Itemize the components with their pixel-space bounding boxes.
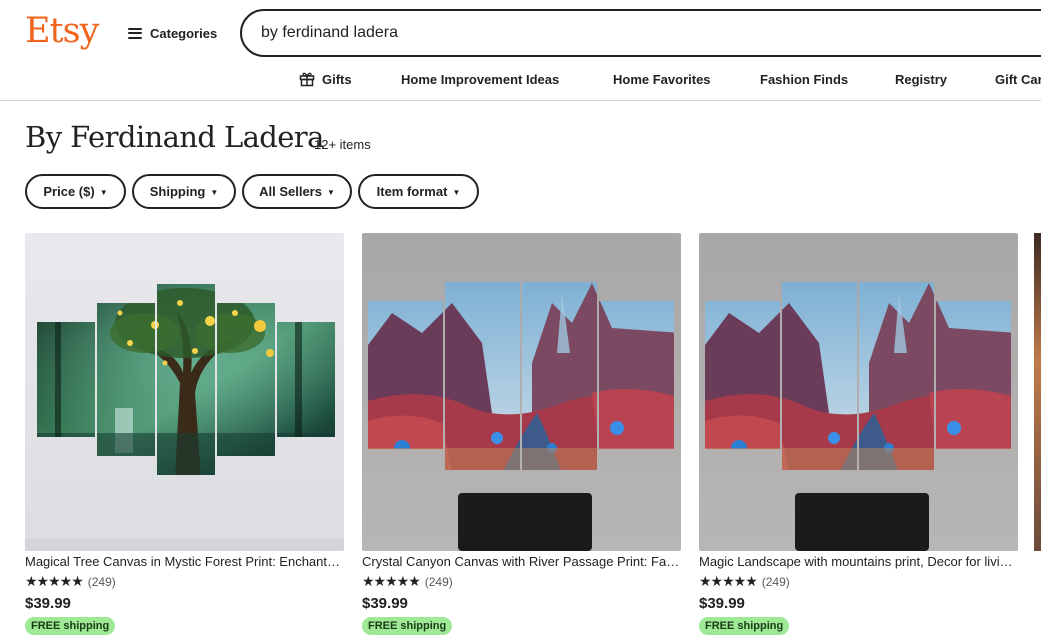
product-image-landscape[interactable] — [699, 233, 1018, 551]
product-card[interactable]: Crystal Canyon Canvas with River Passage… — [362, 233, 681, 643]
filter-label: Shipping — [149, 184, 206, 199]
filter-label: Item format — [376, 184, 448, 199]
caret-down-icon: ▼ — [210, 187, 219, 197]
product-title[interactable]: Crystal Canyon Canvas with River Passage… — [362, 554, 681, 569]
product-rating: ★★★★★ (249) — [362, 573, 453, 590]
review-count: (249) — [761, 574, 790, 589]
product-title[interactable]: Magic Landscape with mountains print, De… — [699, 554, 1018, 569]
filter-label: All Sellers — [259, 184, 322, 199]
product-rating: ★★★★★ (249) — [699, 573, 790, 590]
nav-item-home-improvement[interactable]: Home Improvement Ideas — [401, 70, 559, 88]
nav-item-gifts[interactable]: Gifts — [299, 70, 352, 88]
nav-item-gift-cards[interactable]: Gift Cards — [995, 70, 1041, 88]
caret-down-icon: ▼ — [326, 187, 335, 197]
star-rating-icon: ★★★★★ — [25, 573, 84, 589]
page-title: By Ferdinand Ladera — [25, 120, 324, 154]
filter-shipping[interactable]: Shipping ▼ — [132, 174, 236, 209]
search-query-text: by ferdinand ladera — [261, 24, 398, 41]
nav-item-label: Home Improvement Ideas — [401, 71, 560, 87]
product-price: $39.99 — [25, 595, 71, 612]
categories-label: Categories — [150, 25, 218, 41]
gift-icon — [299, 72, 315, 87]
product-card-partial[interactable] — [1034, 233, 1041, 643]
menu-icon — [128, 27, 142, 39]
product-image-forest[interactable] — [25, 233, 344, 551]
filter-sellers[interactable]: All Sellers ▼ — [242, 174, 352, 209]
product-image-canyon[interactable] — [362, 233, 681, 551]
search-input[interactable]: by ferdinand ladera — [240, 9, 1041, 57]
category-nav: Gifts Home Improvement Ideas Home Favori… — [0, 70, 1041, 88]
free-shipping-badge: FREE shipping — [699, 617, 790, 635]
nav-item-label: Registry — [895, 71, 948, 87]
categories-button[interactable]: Categories — [128, 23, 217, 43]
etsy-logo[interactable]: Etsy — [25, 11, 99, 51]
item-count: 12+ items — [314, 137, 371, 152]
review-count: (249) — [424, 574, 453, 589]
product-price: $39.99 — [362, 595, 408, 612]
nav-item-label: Home Favorites — [613, 71, 711, 87]
caret-down-icon: ▼ — [452, 187, 461, 197]
product-title[interactable]: Magical Tree Canvas in Mystic Forest Pri… — [25, 554, 344, 569]
star-rating-icon: ★★★★★ — [699, 573, 758, 589]
nav-item-label: Fashion Finds — [760, 71, 849, 87]
free-shipping-badge: FREE shipping — [25, 617, 116, 635]
free-shipping-badge: FREE shipping — [362, 617, 453, 635]
product-card[interactable]: Magical Tree Canvas in Mystic Forest Pri… — [25, 233, 344, 643]
filter-item-format[interactable]: Item format ▼ — [358, 174, 479, 209]
nav-item-fashion-finds[interactable]: Fashion Finds — [760, 70, 848, 88]
review-count: (249) — [87, 574, 116, 589]
nav-item-label: Gifts — [322, 71, 352, 87]
caret-down-icon: ▼ — [99, 187, 108, 197]
nav-item-registry[interactable]: Registry — [895, 70, 947, 88]
nav-item-label: Gift Cards — [995, 71, 1041, 87]
star-rating-icon: ★★★★★ — [362, 573, 421, 589]
product-rating: ★★★★★ (249) — [25, 573, 116, 590]
product-price: $39.99 — [699, 595, 745, 612]
nav-item-home-favorites[interactable]: Home Favorites — [613, 70, 711, 88]
filter-label: Price ($) — [43, 184, 95, 199]
header-divider — [0, 100, 1041, 101]
product-card[interactable]: Magic Landscape with mountains print, De… — [699, 233, 1018, 643]
filter-price[interactable]: Price ($) ▼ — [25, 174, 126, 209]
